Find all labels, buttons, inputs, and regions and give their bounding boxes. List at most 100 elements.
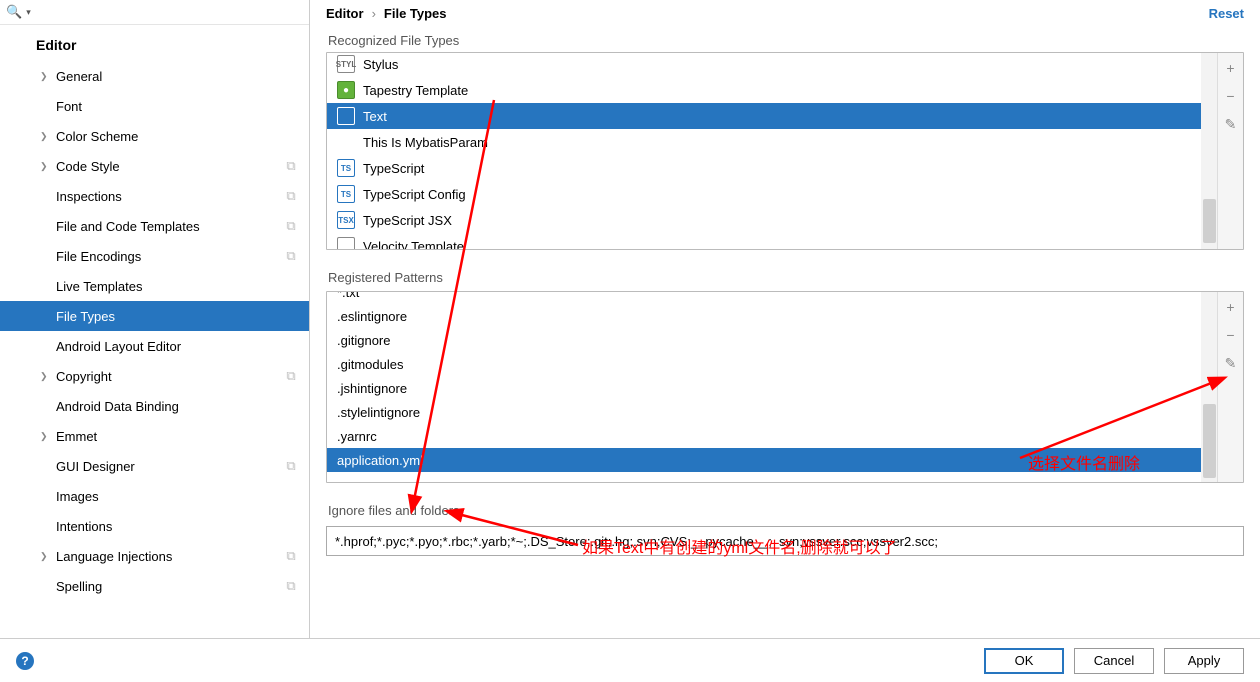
file-type-icon: ● xyxy=(337,81,355,99)
file-type-icon: TS xyxy=(337,159,355,177)
sidebar-item-color-scheme[interactable]: ❯Color Scheme xyxy=(0,121,309,151)
remove-button[interactable]: − xyxy=(1222,87,1240,105)
pattern-row[interactable]: application.yml xyxy=(327,448,1217,472)
pattern-row[interactable]: .gitignore xyxy=(327,328,1217,352)
project-level-icon: ⧉ xyxy=(283,458,299,474)
sidebar-item-android-layout-editor[interactable]: Android Layout Editor xyxy=(0,331,309,361)
file-type-icon: TS xyxy=(337,185,355,203)
remove-button[interactable]: − xyxy=(1222,326,1240,344)
file-type-label: TypeScript JSX xyxy=(363,213,452,228)
pattern-label: .stylelintignore xyxy=(337,405,420,420)
patterns-toolbar: + − ✎ xyxy=(1217,292,1243,482)
dialog-footer: ? OK Cancel Apply xyxy=(0,638,1260,682)
recognized-file-types-label: Recognized File Types xyxy=(326,27,1244,52)
file-type-row[interactable]: This Is MybatisParam xyxy=(327,129,1217,155)
file-type-label: TypeScript xyxy=(363,161,424,176)
sidebar-item-general[interactable]: ❯General xyxy=(0,61,309,91)
pattern-row[interactable]: .gitmodules xyxy=(327,352,1217,376)
expand-icon: ❯ xyxy=(40,131,56,142)
sidebar-item-code-style[interactable]: ❯Code Style⧉ xyxy=(0,151,309,181)
file-type-label: This Is MybatisParam xyxy=(363,135,488,150)
chevron-right-icon: › xyxy=(372,6,376,21)
project-level-icon: ⧉ xyxy=(283,368,299,384)
sidebar-item-label: Emmet xyxy=(56,429,97,444)
project-level-icon: ⧉ xyxy=(283,548,299,564)
sidebar-item-label: File Types xyxy=(56,309,115,324)
project-level-icon: ⧉ xyxy=(283,218,299,234)
file-type-icon: STYL xyxy=(337,55,355,73)
sidebar-item-label: Copyright xyxy=(56,369,112,384)
sidebar-item-emmet[interactable]: ❯Emmet xyxy=(0,421,309,451)
file-type-row[interactable]: TSXTypeScript JSX xyxy=(327,207,1217,233)
pattern-label: .jshintignore xyxy=(337,381,407,396)
help-icon[interactable]: ? xyxy=(16,652,34,670)
file-type-row[interactable]: STYL Stylus xyxy=(327,53,1217,77)
sidebar-item-label: Intentions xyxy=(56,519,112,534)
pattern-row[interactable]: .yarnrc xyxy=(327,424,1217,448)
file-type-label: Tapestry Template xyxy=(363,83,468,98)
sidebar-item-file-encodings[interactable]: File Encodings⧉ xyxy=(0,241,309,271)
edit-button[interactable]: ✎ xyxy=(1222,115,1240,133)
project-level-icon: ⧉ xyxy=(283,578,299,594)
pattern-label: .yarnrc xyxy=(337,429,377,444)
button-row: OK Cancel Apply xyxy=(984,648,1244,674)
sidebar-item-live-templates[interactable]: Live Templates xyxy=(0,271,309,301)
file-type-row[interactable]: TS TypeScript xyxy=(327,155,1217,181)
sidebar-item-intentions[interactable]: Intentions xyxy=(0,511,309,541)
file-type-label: Stylus xyxy=(363,57,398,72)
edit-button[interactable]: ✎ xyxy=(1222,354,1240,372)
sidebar-item-file-types[interactable]: File Types xyxy=(0,301,309,331)
sidebar-item-label: Android Data Binding xyxy=(56,399,179,414)
search-dropdown-icon[interactable]: ▾ xyxy=(26,7,31,18)
sidebar-item-label: General xyxy=(56,69,102,84)
sidebar-item-label: Spelling xyxy=(56,579,102,594)
file-type-row[interactable]: Velocity Template xyxy=(327,233,1217,249)
pattern-row[interactable]: *.txt xyxy=(327,292,1217,304)
file-type-label: Text xyxy=(363,109,387,124)
sidebar-item-android-data-binding[interactable]: Android Data Binding xyxy=(0,391,309,421)
sidebar-item-spelling[interactable]: Spelling ⧉ xyxy=(0,571,309,601)
file-type-icon xyxy=(337,107,355,125)
sidebar-item-label: GUI Designer xyxy=(56,459,135,474)
reset-link[interactable]: Reset xyxy=(1209,6,1244,21)
expand-icon: ❯ xyxy=(40,551,56,562)
ok-button[interactable]: OK xyxy=(984,648,1064,674)
sidebar-item-label: Live Templates xyxy=(56,279,142,294)
expand-icon: ❯ xyxy=(40,431,56,442)
scrollbar-thumb[interactable] xyxy=(1203,404,1216,478)
add-button[interactable]: + xyxy=(1222,59,1240,77)
sidebar-item-images[interactable]: Images xyxy=(0,481,309,511)
pattern-row[interactable]: .jshintignore xyxy=(327,376,1217,400)
registered-patterns-list: *.txt.eslintignore .gitignore .gitmodules.… xyxy=(326,291,1244,483)
apply-button[interactable]: Apply xyxy=(1164,648,1244,674)
file-type-row[interactable]: ● Tapestry Template xyxy=(327,77,1217,103)
search-icon: 🔍 xyxy=(6,4,22,20)
sidebar-item-gui-designer[interactable]: GUI Designer ⧉ xyxy=(0,451,309,481)
scrollbar-thumb[interactable] xyxy=(1203,199,1216,243)
search-input[interactable] xyxy=(35,5,303,20)
sidebar-item-copyright[interactable]: ❯Copyright⧉ xyxy=(0,361,309,391)
sidebar-item-inspections[interactable]: Inspections⧉ xyxy=(0,181,309,211)
sidebar-item-label: File and Code Templates xyxy=(56,219,200,234)
settings-tree: Editor ❯GeneralFont❯Color Scheme❯Code St… xyxy=(0,25,309,682)
sidebar-item-language-injections[interactable]: ❯Language Injections⧉ xyxy=(0,541,309,571)
file-type-row[interactable]: Text xyxy=(327,103,1217,129)
breadcrumb-root[interactable]: Editor xyxy=(326,6,364,21)
sidebar-item-file-and-code-templates[interactable]: File and Code Templates ⧉ xyxy=(0,211,309,241)
cancel-button[interactable]: Cancel xyxy=(1074,648,1154,674)
breadcrumb-row: Editor › File Types Reset xyxy=(326,4,1244,27)
pattern-row[interactable]: .stylelintignore xyxy=(327,400,1217,424)
pattern-row[interactable]: .eslintignore xyxy=(327,304,1217,328)
sidebar-item-label: File Encodings xyxy=(56,249,141,264)
add-button[interactable]: + xyxy=(1222,298,1240,316)
expand-icon: ❯ xyxy=(40,161,56,172)
ignore-files-input[interactable] xyxy=(326,526,1244,556)
settings-content: Editor › File Types Reset Recognized Fil… xyxy=(310,0,1260,682)
pattern-label: .gitignore xyxy=(337,333,390,348)
file-type-row[interactable]: TSTypeScript Config xyxy=(327,181,1217,207)
file-type-label: Velocity Template xyxy=(363,239,464,250)
file-type-icon xyxy=(337,237,355,249)
file-types-toolbar: + − ✎ xyxy=(1217,53,1243,249)
sidebar-item-font[interactable]: Font xyxy=(0,91,309,121)
ignore-files-label: Ignore files and folders xyxy=(326,497,1244,522)
